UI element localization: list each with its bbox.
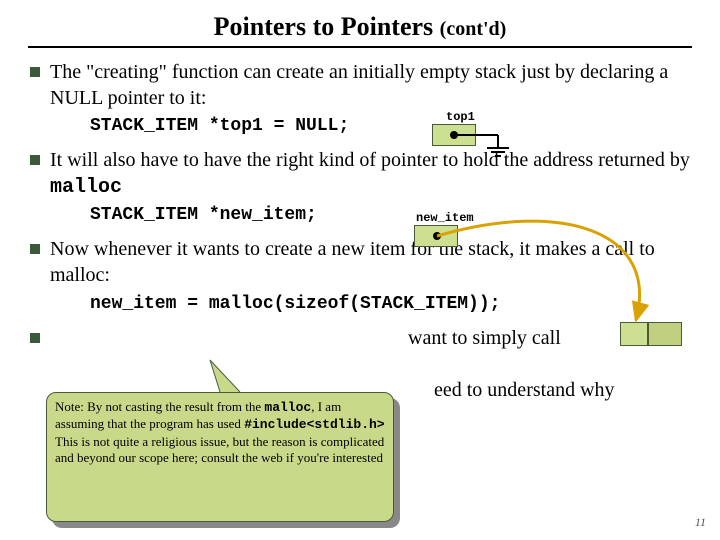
note-malloc: malloc <box>264 400 311 415</box>
bullet-4-frag-right: want to simply call <box>408 326 561 352</box>
note-line3: This is not quite a religious issue, but… <box>55 434 384 465</box>
bullet-1: The "creating" function can create an in… <box>28 60 692 138</box>
label-newitem: new_item <box>416 211 474 225</box>
title-rule <box>28 46 692 48</box>
label-top1: top1 <box>446 110 475 124</box>
title-sub: (cont'd) <box>440 18 507 40</box>
bullet-list: The "creating" function can create an in… <box>28 60 692 436</box>
bullet-2-mono: malloc <box>50 176 122 199</box>
bullet-2-text: It will also have to have the right kind… <box>50 149 690 171</box>
bullet-3-code: new_item = malloc(sizeof(STACK_ITEM)); <box>90 293 692 316</box>
note-include: #include<stdlib.h> <box>244 417 384 432</box>
bullet-3-text: Now whenever it wants to create a new it… <box>50 238 655 286</box>
bullet-2-code: STACK_ITEM *new_item; <box>90 204 692 227</box>
bullet-1-text: The "creating" function can create an in… <box>50 61 668 109</box>
heap-box-b <box>648 322 682 346</box>
page-number: 11 <box>695 515 706 530</box>
note-body: Note: By not casting the result from the… <box>46 392 394 522</box>
note-line1: Note: By not casting the result from the <box>55 399 264 414</box>
bullet-4-frag-mid: eed to understand why <box>434 378 615 404</box>
bullet-2: It will also have to have the right kind… <box>28 148 692 227</box>
dot-top1 <box>450 131 458 139</box>
heap-box-a <box>620 322 648 346</box>
slide: Pointers to Pointers (cont'd) The "creat… <box>0 0 720 540</box>
note-callout: Note: By not casting the result from the… <box>46 392 394 522</box>
dot-newitem <box>433 232 441 240</box>
slide-title: Pointers to Pointers (cont'd) <box>28 12 692 42</box>
bullet-1-code: STACK_ITEM *top1 = NULL; <box>90 115 692 138</box>
title-main: Pointers to Pointers <box>214 12 440 41</box>
bullet-3: Now whenever it wants to create a new it… <box>28 237 692 315</box>
